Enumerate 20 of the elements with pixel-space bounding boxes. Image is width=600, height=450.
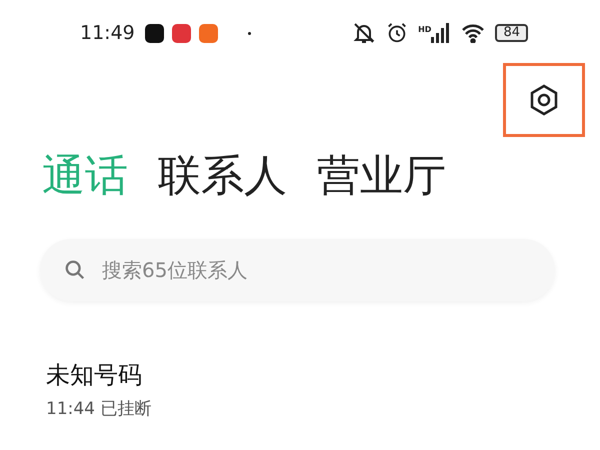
status-time: 11:49: [80, 22, 135, 44]
bell-muted-icon: [352, 21, 376, 45]
app-notification-icon: [172, 24, 191, 42]
search-field[interactable]: 搜索65位联系人: [100, 257, 555, 283]
alarm-icon: [386, 22, 408, 44]
wifi-icon: [461, 23, 486, 43]
tab[interactable]: 营业厅: [317, 147, 446, 205]
battery-level: 84: [495, 24, 528, 42]
more-notifications-icon: [248, 32, 251, 34]
search-bar[interactable]: 搜索65位联系人: [40, 239, 555, 301]
search-icon: [64, 259, 86, 281]
tab[interactable]: 联系人: [158, 147, 287, 205]
signal-icon: [431, 23, 452, 43]
settings-icon: [529, 84, 559, 116]
network-label: HD: [418, 25, 432, 34]
call-name[interactable]: 未知号码: [46, 359, 600, 391]
app-notification-icon: [144, 24, 164, 42]
call-detail: 11:44 已挂断: [46, 398, 152, 420]
settings-button[interactable]: [503, 63, 585, 137]
app-notification-icon: [198, 24, 218, 42]
